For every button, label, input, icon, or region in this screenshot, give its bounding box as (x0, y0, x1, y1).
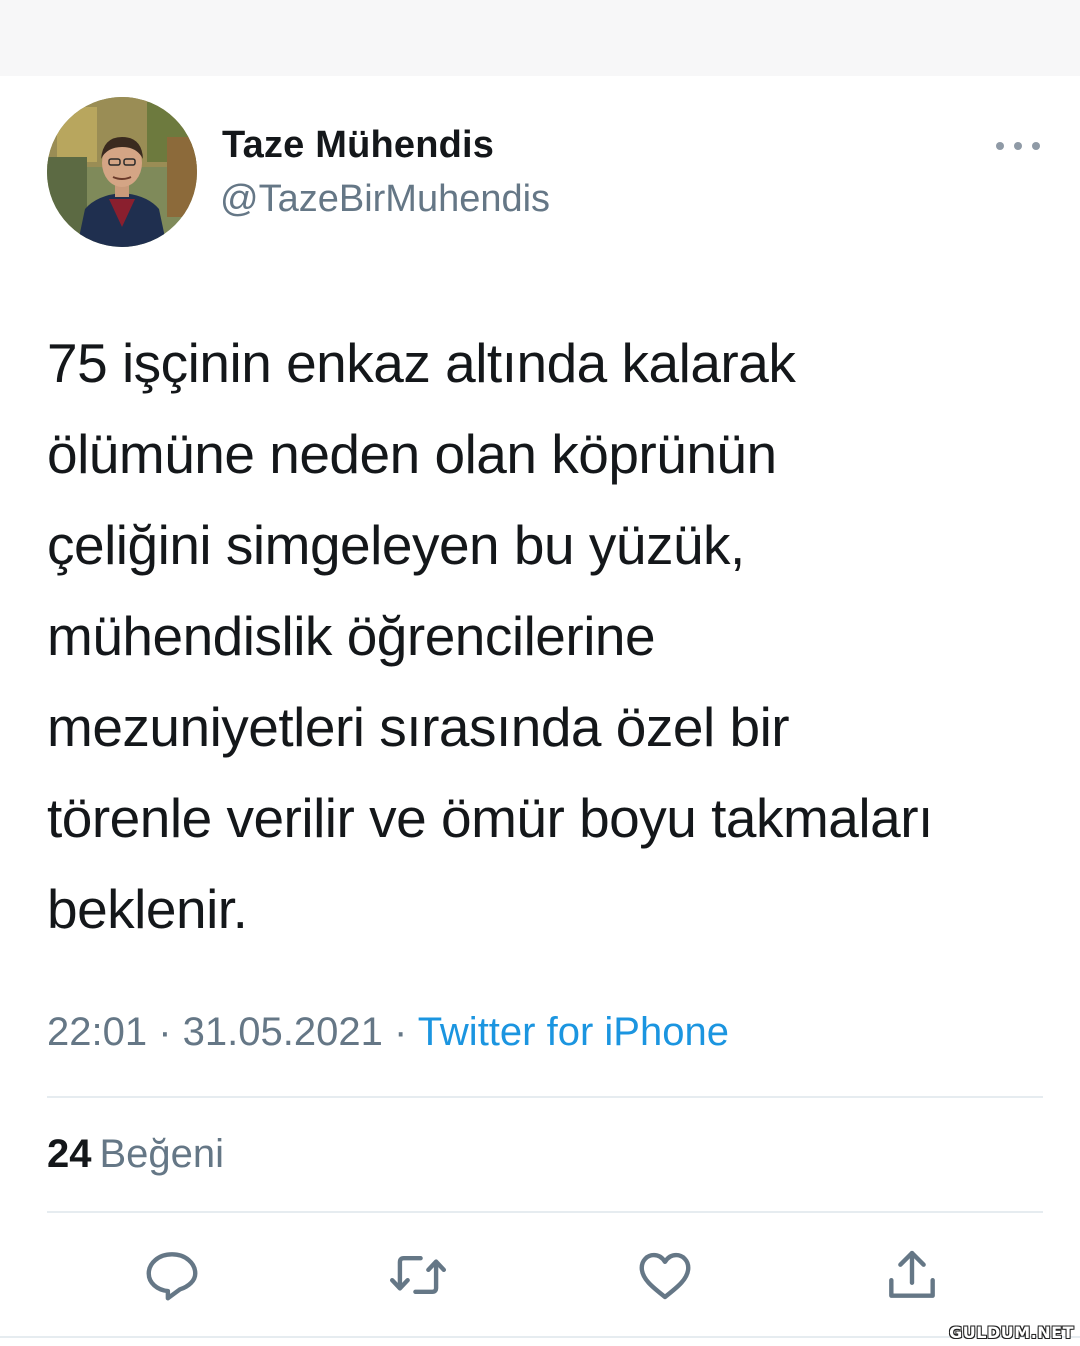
bottom-divider (0, 1336, 1080, 1338)
heart-icon (639, 1252, 691, 1300)
tweet-text-line: mühendislik öğrencilerine (47, 605, 656, 667)
likes-stat[interactable]: 24 Beğeni (47, 1132, 224, 1177)
meta-separator: · (382, 1010, 418, 1054)
reply-button[interactable] (137, 1240, 207, 1310)
avatar[interactable] (47, 97, 197, 247)
retweet-button[interactable] (383, 1240, 453, 1310)
share-button[interactable] (877, 1240, 947, 1310)
tweet-screen: Taze Mühendis @TazeBirMuhendis 75 işçini… (0, 0, 1080, 1346)
more-options-icon[interactable] (996, 135, 1040, 157)
divider (47, 1096, 1043, 1098)
divider (47, 1211, 1043, 1213)
tweet-text-line: törenle verilir ve ömür boyu takmaları (47, 787, 933, 849)
watermark: GULDUM.NET (949, 1323, 1074, 1342)
action-bar (0, 1240, 1080, 1320)
more-dot (996, 142, 1004, 150)
like-button[interactable] (630, 1240, 700, 1310)
meta-separator: · (147, 1010, 183, 1054)
tweet-text-line: 75 işçinin enkaz altında kalarak (47, 332, 796, 394)
tweet-date: 31.05.2021 (182, 1010, 383, 1054)
display-name[interactable]: Taze Mühendis (222, 124, 494, 167)
tweet-time: 22:01 (47, 1010, 148, 1054)
tweet-source-link[interactable]: Twitter for iPhone (418, 1010, 729, 1054)
tweet-meta: 22:01 · 31.05.2021 · Twitter for iPhone (47, 1010, 729, 1055)
avatar-photo (47, 97, 197, 247)
more-dot (1032, 142, 1040, 150)
tweet-text-line: mezuniyetleri sırasında özel bir (47, 696, 790, 758)
tweet-text-line: ölümüne neden olan köprünün (47, 423, 777, 485)
tweet-text: 75 işçinin enkaz altında kalarak ölümüne… (47, 318, 1047, 955)
more-dot (1014, 142, 1022, 150)
likes-label: Beğeni (99, 1132, 225, 1176)
tweet-text-line: beklenir. (47, 878, 248, 940)
user-handle[interactable]: @TazeBirMuhendis (220, 178, 550, 221)
retweet-icon (389, 1256, 447, 1294)
tweet-text-line: çeliğini simgeleyen bu yüzük, (47, 514, 745, 576)
top-bar (0, 0, 1080, 76)
share-icon (889, 1250, 935, 1298)
likes-count: 24 (47, 1132, 92, 1176)
reply-icon (146, 1252, 198, 1301)
